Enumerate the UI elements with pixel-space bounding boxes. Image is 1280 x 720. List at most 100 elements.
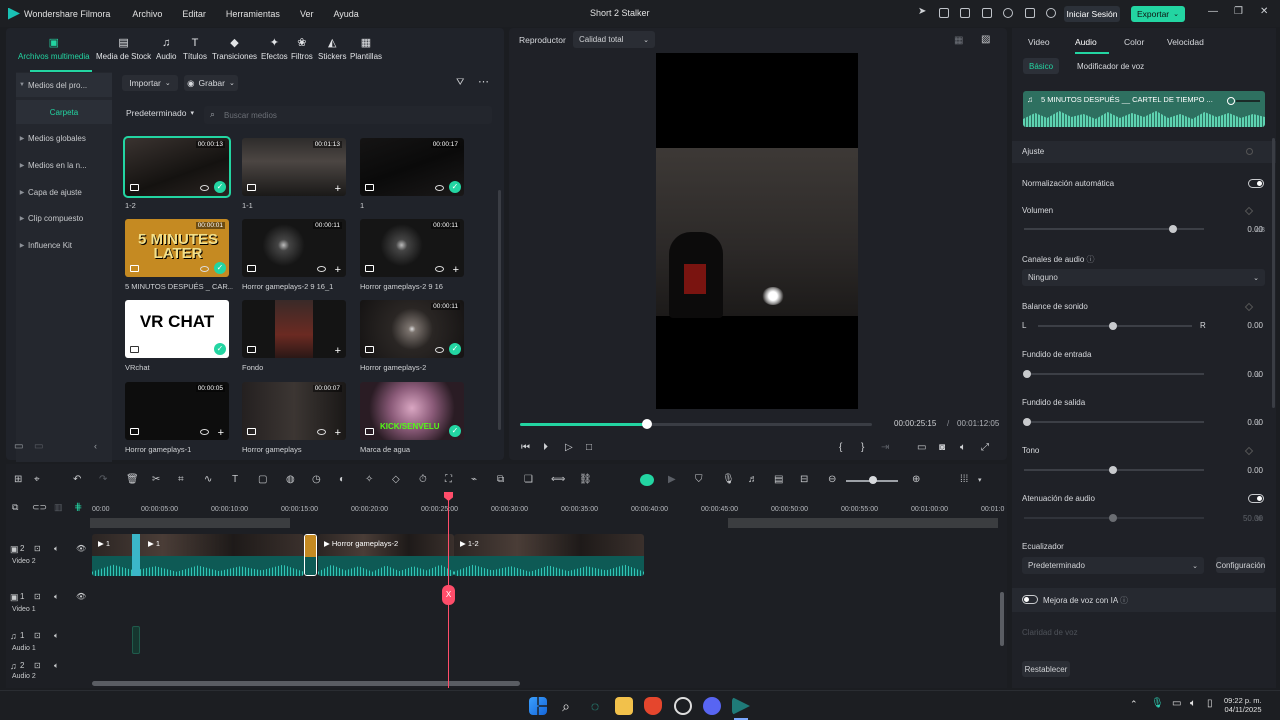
sidebar-item-folder[interactable]: Carpeta [16,100,112,124]
balance-value[interactable]: 0.00 [1217,318,1267,332]
chevron-up-icon[interactable]: ⌃ [1130,699,1138,710]
delete-icon[interactable]: 🗑︎ [126,474,139,485]
lock-icon[interactable]: ⊡ [34,631,41,640]
balance-handle[interactable] [1109,322,1117,330]
ai-icon[interactable]: ✧ [365,474,373,485]
add-icon[interactable]: + [335,264,341,276]
filmora-taskbar-icon[interactable] [732,697,750,715]
keyframe-icon[interactable] [1244,206,1254,216]
clock[interactable]: 09:22 p. m. 04/11/2025 [1224,696,1262,714]
sidebar-item-adjustment-layer[interactable]: ▶ Capa de ajuste [16,180,112,204]
fullscreen-icon[interactable]: ⤢ [981,442,989,453]
timeline-clip-horror-2[interactable]: ▶ Horror gameplays-2 [318,534,454,576]
add-icon[interactable]: + [335,345,341,357]
tab-stock[interactable]: ▤ Media de Stock [96,38,151,62]
import-button[interactable]: Importar ⌄ [122,75,178,91]
zoom-handle[interactable] [869,476,877,484]
microphone-icon[interactable]: 🎙︎ [1151,698,1164,709]
progress-handle[interactable] [641,419,652,429]
marker-icon[interactable]: ⛉ [695,474,703,485]
equalizer-select[interactable]: Predeterminado ⌄ [1022,557,1204,574]
windows-start-icon[interactable] [529,697,547,715]
collapse-icon[interactable]: ‹ [94,441,97,451]
audio-clip[interactable] [132,626,140,654]
eye-icon[interactable]: 👁︎ [76,592,86,601]
camera-icon[interactable]: ◙ [939,442,945,453]
snap-icon[interactable] [640,474,654,486]
add-icon[interactable]: + [335,183,341,195]
ducking-toggle[interactable] [1248,494,1264,503]
menu-editar[interactable]: Editar [182,9,206,19]
zoom-out-icon[interactable]: ⊖ [828,474,836,485]
mute-icon[interactable]: 🔈︎ [54,592,59,602]
search-input[interactable]: ⌕ Buscar medios [204,106,492,124]
zoom-in-icon[interactable]: ⊕ [912,474,920,485]
media-item-fondo[interactable]: + [242,300,346,358]
brave-icon[interactable] [644,697,662,715]
sidebar-item-global-media[interactable]: ▶ Medios globales [16,126,112,150]
group-icon[interactable]: ⧉ [497,474,504,485]
media-item-1-2[interactable]: 00:00:13 ✓ [123,136,231,198]
gift-icon[interactable] [1046,8,1056,18]
shape-icon[interactable]: ▢ [258,474,267,485]
tab-audio[interactable]: Audio [1075,37,1097,47]
menu-archivo[interactable]: Archivo [132,9,162,19]
menu-ayuda[interactable]: Ayuda [333,9,358,19]
speed-icon[interactable]: ◷ [312,474,321,485]
quality-dropdown[interactable]: Calidad total ⌄ [573,31,655,48]
snap-track-icon[interactable]: ⋕ [74,502,82,513]
folder-icon[interactable]: ▭ [34,441,43,452]
media-item-horror-2-9-16-1[interactable]: 00:00:11 + [242,219,346,277]
mute-icon[interactable]: 🔈︎ [54,631,59,641]
tab-titles[interactable]: T Títulos [183,38,207,62]
waveform-handle[interactable] [1227,97,1235,105]
split-icon[interactable]: ⟺ [551,474,565,485]
audio-channels-select[interactable]: Ninguno ⌄ [1022,269,1265,286]
timeline-vscrollbar[interactable] [1000,592,1004,646]
selected-clip[interactable] [304,534,317,576]
media-item-horror-2-9-16[interactable]: 00:00:11 + [360,219,464,277]
media-item-horror[interactable]: 00:00:07 + [242,382,346,440]
reset-keyframe-icon[interactable] [1246,148,1253,155]
properties-scrollbar[interactable] [1272,138,1275,408]
pitch-handle[interactable] [1109,466,1117,474]
file-explorer-icon[interactable] [615,697,633,715]
tab-templates[interactable]: ▦ Plantillas [350,38,382,62]
volume-handle[interactable] [1169,225,1177,233]
stop-icon[interactable]: □ [586,442,592,453]
media-item-vrchat[interactable]: VR CHAT ✓ [125,300,229,358]
cloud-icon[interactable] [1003,8,1013,18]
menu-herramientas[interactable]: Herramientas [226,9,280,19]
layout-icon[interactable]: ⊞ [14,474,22,485]
play-icon[interactable]: ▷ [565,442,573,453]
mute-icon[interactable]: 🔈︎ [54,661,59,671]
keyframe-icon[interactable] [1244,446,1254,456]
lock-icon[interactable]: ⊡ [34,544,41,553]
grid-view-icon[interactable]: ▦ [954,35,963,46]
ai-voice-toggle[interactable] [1022,595,1038,604]
login-button[interactable]: Iniciar Sesión [1064,6,1120,22]
fit-icon[interactable]: ⛶ [445,474,452,485]
cut-icon[interactable]: ✂ [152,474,160,485]
tracking-icon[interactable]: ⌁ [471,474,477,485]
speaker-icon[interactable]: 🔈︎ [1190,698,1196,709]
tab-stickers[interactable]: ◭ Stickers [318,38,346,62]
mark-in-icon[interactable]: { [839,442,842,453]
menu-ver[interactable]: Ver [300,9,314,19]
save-icon[interactable] [982,8,992,18]
fade-in-handle[interactable] [1023,370,1031,378]
stack-icon[interactable]: ❏ [524,474,533,485]
minimize-icon[interactable]: — [1208,6,1218,17]
send-icon[interactable]: ➤ [918,6,928,17]
new-folder-icon[interactable]: ▭ [14,441,23,452]
timer-icon[interactable]: ⏱ [419,474,427,485]
maximize-icon[interactable]: ❐ [1234,6,1243,17]
help-icon[interactable]: ⓘ [1120,596,1128,605]
pitch-value[interactable]: 0.00 [1217,463,1267,477]
mark-out-icon[interactable]: } [861,442,864,453]
network-icon[interactable]: ▭ [1172,698,1181,709]
tab-audio[interactable]: ♫ Audio [156,38,176,62]
add-icon[interactable]: + [453,264,459,276]
media-item-horror-1[interactable]: 00:00:05 + [125,382,229,440]
battery-icon[interactable]: ▯ [1207,698,1213,709]
